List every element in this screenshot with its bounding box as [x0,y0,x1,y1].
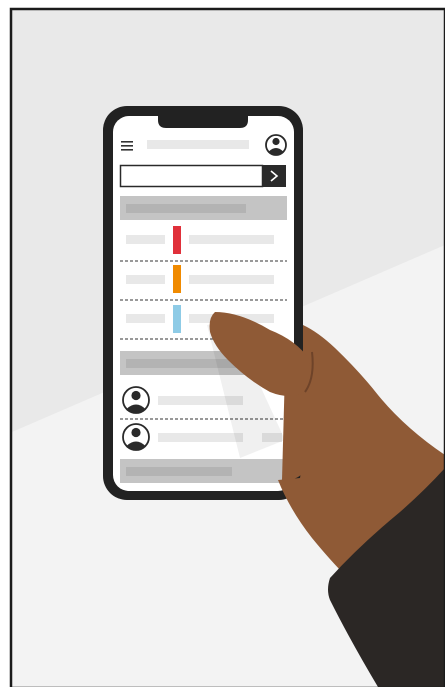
status-color-bar-orange [173,265,181,293]
illustration-canvas [9,7,445,687]
search-submit-button[interactable] [262,165,286,187]
person-avatar-icon [122,423,150,451]
phone-notch [158,114,248,128]
section-header-1-text-placeholder [126,204,246,213]
hamburger-menu-icon[interactable] [121,141,133,151]
person-avatar-icon [122,386,150,414]
user-avatar-icon[interactable] [265,134,287,156]
section-header-3-text-placeholder [126,467,232,476]
status-color-bar-light-blue [173,305,181,333]
search-input[interactable] [119,164,264,188]
header-title-placeholder [147,140,249,149]
status-color-bar-red [173,226,181,254]
